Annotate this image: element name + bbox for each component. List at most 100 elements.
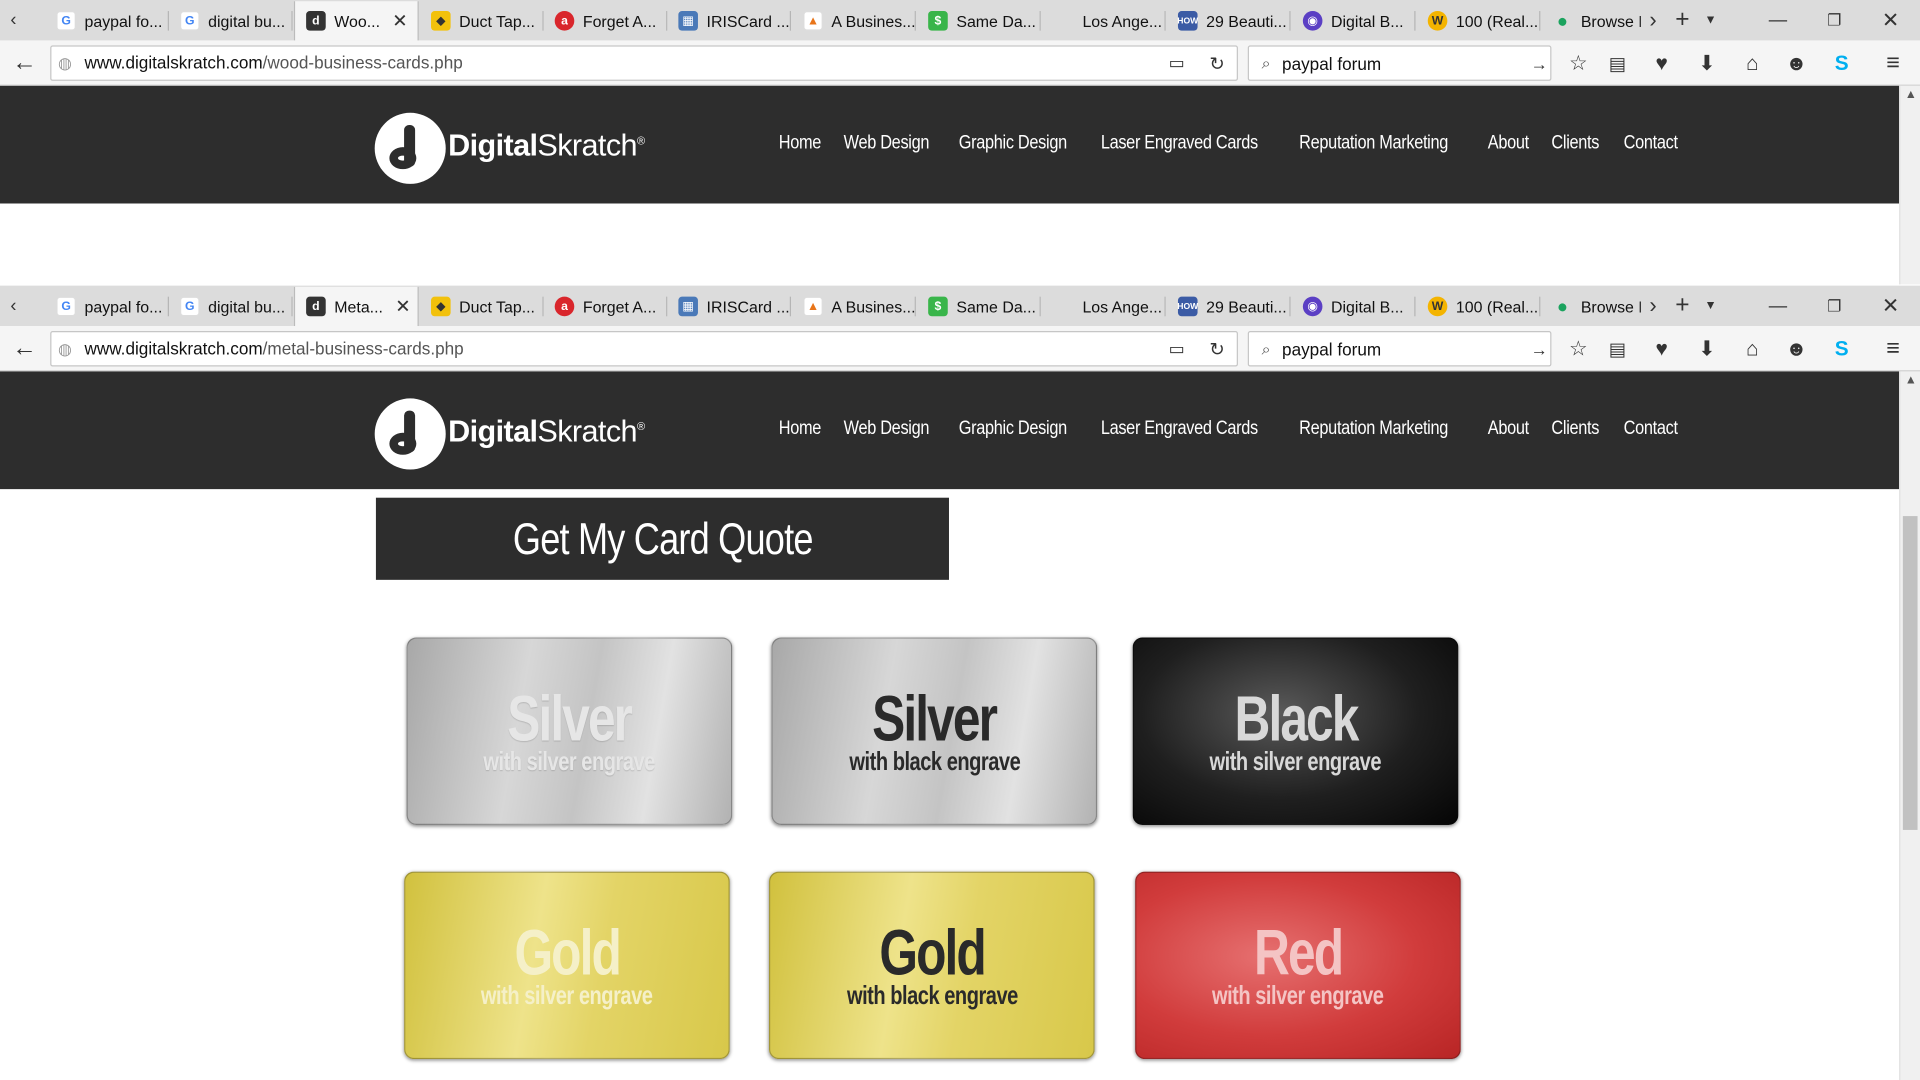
scrollbar[interactable]: ▲ <box>1899 371 1920 1080</box>
tab[interactable]: a Forget A... <box>545 1 668 40</box>
search-input[interactable]: paypal forum <box>1282 54 1381 74</box>
nav-clients[interactable]: Clients <box>1552 132 1600 154</box>
nav-graphic-design[interactable]: Graphic Design <box>959 418 1067 440</box>
nav-home[interactable]: Home <box>779 132 822 154</box>
scrollbar[interactable]: ▲ <box>1899 85 1920 285</box>
tab[interactable]: Los Ange... <box>1043 287 1166 326</box>
url-bar[interactable]: ◍ www.digitalskratch.com/wood-business-c… <box>50 45 1238 81</box>
chat-icon[interactable]: ☻ <box>1779 45 1813 81</box>
download-icon[interactable]: ⬇ <box>1690 331 1724 367</box>
tab[interactable]: Los Ange... <box>1043 1 1166 40</box>
nav-contact[interactable]: Contact <box>1623 418 1677 440</box>
search-input[interactable]: paypal forum <box>1282 340 1381 360</box>
tab[interactable]: ▲ A Busines... <box>793 1 916 40</box>
back-button[interactable]: ← <box>7 45 41 81</box>
pocket-icon[interactable]: ♥ <box>1644 331 1678 367</box>
hamburger-menu-icon[interactable]: ≡ <box>1876 331 1910 367</box>
home-icon[interactable]: ⌂ <box>1735 45 1769 81</box>
new-tab-button[interactable]: + <box>1668 0 1697 40</box>
tab-scroll-right-button[interactable]: › <box>1641 0 1665 40</box>
tab[interactable]: Gpaypal fo... <box>47 287 169 326</box>
card-gold-black-engrave[interactable]: Gold with black engrave <box>768 871 1095 1060</box>
tab-scroll-left-button[interactable]: ‹ <box>0 286 27 326</box>
nav-about[interactable]: About <box>1488 132 1529 154</box>
site-logo[interactable]: DigitalSkratch® <box>374 112 645 184</box>
card-silver-black-engrave[interactable]: Silver with black engrave <box>771 637 1098 826</box>
tab[interactable]: HOW 29 Beauti... <box>1168 287 1291 326</box>
tab[interactable]: ◉ Digital B... <box>1293 1 1416 40</box>
go-arrow-icon[interactable]: → <box>1522 47 1556 80</box>
close-tab-icon[interactable]: ✕ <box>395 295 410 318</box>
tab-scroll-left-button[interactable]: ‹ <box>0 0 27 40</box>
skype-icon[interactable]: S <box>1824 331 1858 367</box>
tab[interactable]: a Forget A... <box>545 287 668 326</box>
chat-icon[interactable]: ☻ <box>1779 331 1813 367</box>
tab[interactable]: $ Same Da... <box>918 287 1041 326</box>
search-bar[interactable]: ⌕ paypal forum → <box>1247 45 1552 81</box>
nav-laser-engraved-cards[interactable]: Laser Engraved Cards <box>1101 132 1258 154</box>
reload-icon[interactable]: ↻ <box>1200 332 1234 365</box>
reader-view-icon[interactable]: ▭ <box>1160 47 1194 80</box>
download-icon[interactable]: ⬇ <box>1690 45 1724 81</box>
minimize-button[interactable]: — <box>1751 0 1805 40</box>
tab[interactable]: ●Browse E <box>1543 1 1641 40</box>
nav-web-design[interactable]: Web Design <box>844 418 930 440</box>
hamburger-menu-icon[interactable]: ≡ <box>1876 45 1910 81</box>
nav-home[interactable]: Home <box>779 418 822 440</box>
new-tab-button[interactable]: + <box>1668 286 1697 326</box>
search-bar[interactable]: ⌕ paypal forum → <box>1247 330 1552 367</box>
tab-active[interactable]: d Woo... ✕ <box>293 1 419 41</box>
close-tab-icon[interactable]: ✕ <box>392 10 407 32</box>
tab[interactable]: ▦ IRISCard ... <box>669 287 792 326</box>
reload-icon[interactable]: ↻ <box>1200 47 1234 80</box>
tab[interactable]: $ Same Da... <box>918 1 1041 40</box>
bookmark-star-icon[interactable]: ☆ <box>1561 331 1595 367</box>
tab[interactable]: ▲ A Busines... <box>793 287 916 326</box>
minimize-button[interactable]: — <box>1751 286 1805 326</box>
tab[interactable]: Gdigital bu... <box>170 1 293 40</box>
nav-reputation-marketing[interactable]: Reputation Marketing <box>1299 418 1448 440</box>
nav-about[interactable]: About <box>1488 418 1529 440</box>
tab-scroll-right-button[interactable]: › <box>1641 286 1665 326</box>
scroll-up-icon[interactable]: ▲ <box>1900 88 1920 101</box>
tab[interactable]: W 100 (Real... <box>1418 1 1541 40</box>
back-button[interactable]: ← <box>7 331 41 367</box>
restore-button[interactable]: ❐ <box>1807 0 1861 40</box>
tab[interactable]: W 100 (Real... <box>1418 287 1541 326</box>
bookmarks-menu-icon[interactable]: ▤ <box>1600 45 1634 81</box>
reader-view-icon[interactable]: ▭ <box>1160 332 1194 365</box>
tab[interactable]: ●Browse E <box>1543 287 1641 326</box>
nav-clients[interactable]: Clients <box>1552 418 1600 440</box>
scrollbar-thumb[interactable] <box>1902 516 1918 830</box>
site-logo[interactable]: DigitalSkratch® <box>374 398 645 470</box>
nav-web-design[interactable]: Web Design <box>844 132 930 154</box>
nav-graphic-design[interactable]: Graphic Design <box>959 132 1067 154</box>
close-window-button[interactable]: ✕ <box>1864 286 1918 326</box>
tab[interactable]: ◉ Digital B... <box>1293 287 1416 326</box>
scroll-up-icon[interactable]: ▲ <box>1900 374 1920 387</box>
pocket-icon[interactable]: ♥ <box>1644 45 1678 81</box>
nav-contact[interactable]: Contact <box>1623 132 1677 154</box>
get-quote-button[interactable]: Get My Card Quote <box>375 497 949 580</box>
tab[interactable]: ◆ Duct Tap... <box>421 1 544 40</box>
url-bar[interactable]: ◍ www.digitalskratch.com/metal-business-… <box>50 330 1238 367</box>
tab-list-button[interactable]: ▼ <box>1700 0 1722 40</box>
restore-button[interactable]: ❐ <box>1807 286 1861 326</box>
home-icon[interactable]: ⌂ <box>1735 331 1769 367</box>
tab-active[interactable]: d Meta... ✕ <box>293 286 419 327</box>
tab[interactable]: ▦ IRISCard ... <box>669 1 792 40</box>
tab[interactable]: Gdigital bu... <box>170 287 293 326</box>
tab[interactable]: ◆ Duct Tap... <box>421 287 544 326</box>
tab[interactable]: HOW 29 Beauti... <box>1168 1 1291 40</box>
bookmark-star-icon[interactable]: ☆ <box>1561 45 1595 81</box>
card-red-silver-engrave[interactable]: Red with silver engrave <box>1135 871 1461 1060</box>
close-window-button[interactable]: ✕ <box>1864 0 1918 40</box>
nav-reputation-marketing[interactable]: Reputation Marketing <box>1299 132 1448 154</box>
tab[interactable]: Gpaypal fo... <box>47 1 169 40</box>
go-arrow-icon[interactable]: → <box>1522 332 1556 365</box>
card-silver-silver-engrave[interactable]: Silver with silver engrave <box>406 637 733 826</box>
card-gold-silver-engrave[interactable]: Gold with silver engrave <box>404 871 730 1060</box>
bookmarks-menu-icon[interactable]: ▤ <box>1600 331 1634 367</box>
tab-list-button[interactable]: ▼ <box>1700 286 1722 326</box>
nav-laser-engraved-cards[interactable]: Laser Engraved Cards <box>1101 418 1258 440</box>
